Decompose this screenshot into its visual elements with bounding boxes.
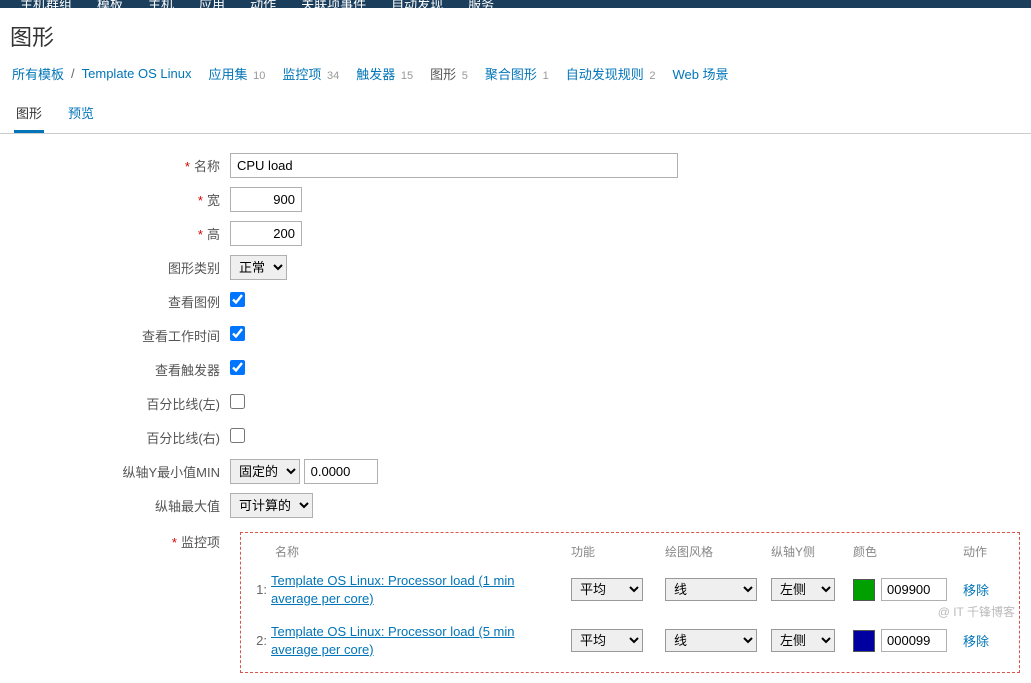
tab-discovery[interactable]: 自动发现规则 2 xyxy=(566,64,656,83)
label-items: *监控项 xyxy=(10,526,230,551)
item-index: 2: xyxy=(249,633,271,648)
label-type: 图形类别 xyxy=(10,258,230,277)
color-input[interactable] xyxy=(881,629,947,652)
tab-items[interactable]: 监控项 34 xyxy=(282,64,339,83)
label-pct-right: 百分比线(右) xyxy=(10,428,230,447)
label-width: *宽 xyxy=(10,190,230,209)
nav-item[interactable]: 关联项事件 xyxy=(301,0,366,2)
col-name: 名称 xyxy=(271,543,571,560)
item-row: 2: Template OS Linux: Processor load (5 … xyxy=(249,619,1011,670)
breadcrumb-root[interactable]: 所有模板 xyxy=(12,64,64,83)
col-draw: 绘图风格 xyxy=(665,543,771,560)
item-name-link[interactable]: Template OS Linux: Processor load (1 min… xyxy=(271,573,515,606)
tab-web[interactable]: Web 场景 xyxy=(672,64,728,83)
col-axis: 纵轴Y侧 xyxy=(771,543,853,560)
item-axis-select[interactable]: 左侧 xyxy=(771,629,835,652)
label-triggers: 查看触发器 xyxy=(10,360,230,379)
width-input[interactable] xyxy=(230,187,302,212)
pct-right-checkbox[interactable] xyxy=(230,428,245,443)
nav-item[interactable]: 服务 xyxy=(468,0,494,2)
item-draw-select[interactable]: 线 xyxy=(665,578,757,601)
item-row: 1: Template OS Linux: Processor load (1 … xyxy=(249,568,1011,619)
nav-item[interactable]: 动作 xyxy=(250,0,276,2)
col-color: 颜色 xyxy=(853,543,963,560)
page-title: 图形 xyxy=(10,20,1021,52)
tab-screens[interactable]: 聚合图形 1 xyxy=(485,64,549,83)
height-input[interactable] xyxy=(230,221,302,246)
label-ymin: 纵轴Y最小值MIN xyxy=(10,462,230,481)
worktime-checkbox[interactable] xyxy=(230,326,245,341)
name-input[interactable] xyxy=(230,153,678,178)
top-nav: 主机群组 模板 主机 应用 动作 关联项事件 自动发现 服务 xyxy=(0,0,1031,8)
color-swatch[interactable] xyxy=(853,630,875,652)
tab-graphs[interactable]: 图形 5 xyxy=(430,64,468,83)
item-draw-select[interactable]: 线 xyxy=(665,629,757,652)
item-func-select[interactable]: 平均 xyxy=(571,629,643,652)
subtab-preview[interactable]: 预览 xyxy=(66,95,96,133)
col-func: 功能 xyxy=(571,543,665,560)
nav-item[interactable]: 主机群组 xyxy=(20,0,72,2)
ymin-type-select[interactable]: 固定的 xyxy=(230,459,300,484)
pct-left-checkbox[interactable] xyxy=(230,394,245,409)
type-select[interactable]: 正常 xyxy=(230,255,287,280)
color-input[interactable] xyxy=(881,578,947,601)
graph-form: *名称 *宽 *高 图形类别 正常 查看图例 查看工作时间 查看触发器 百分比线… xyxy=(0,134,1031,683)
breadcrumb-sep: / xyxy=(71,66,75,81)
remove-link[interactable]: 移除 xyxy=(963,583,989,598)
breadcrumb: 所有模板 / Template OS Linux 应用集 10 监控项 34 触… xyxy=(0,60,1031,91)
subtab-graph[interactable]: 图形 xyxy=(14,95,44,133)
label-name: *名称 xyxy=(10,156,230,175)
label-worktime: 查看工作时间 xyxy=(10,326,230,345)
label-ymax: 纵轴最大值 xyxy=(10,496,230,515)
ymin-value-input[interactable] xyxy=(304,459,378,484)
items-table: 名称 功能 绘图风格 纵轴Y侧 颜色 动作 1: Template OS Lin… xyxy=(240,532,1020,673)
ymax-type-select[interactable]: 可计算的 xyxy=(230,493,313,518)
tab-triggers[interactable]: 触发器 15 xyxy=(356,64,413,83)
item-index: 1: xyxy=(249,582,271,597)
label-pct-left: 百分比线(左) xyxy=(10,394,230,413)
nav-item[interactable]: 应用 xyxy=(199,0,225,2)
tab-applications[interactable]: 应用集 10 xyxy=(208,64,265,83)
label-legend: 查看图例 xyxy=(10,292,230,311)
subtabs: 图形 预览 xyxy=(0,95,1031,134)
items-header: 名称 功能 绘图风格 纵轴Y侧 颜色 动作 xyxy=(249,539,1011,568)
title-bar: 图形 xyxy=(0,8,1031,60)
item-name-link[interactable]: Template OS Linux: Processor load (5 min… xyxy=(271,624,515,657)
color-swatch[interactable] xyxy=(853,579,875,601)
legend-checkbox[interactable] xyxy=(230,292,245,307)
remove-link[interactable]: 移除 xyxy=(963,634,989,649)
nav-item[interactable]: 主机 xyxy=(148,0,174,2)
item-axis-select[interactable]: 左侧 xyxy=(771,578,835,601)
breadcrumb-template[interactable]: Template OS Linux xyxy=(82,66,192,81)
col-action: 动作 xyxy=(963,543,1003,560)
item-func-select[interactable]: 平均 xyxy=(571,578,643,601)
triggers-checkbox[interactable] xyxy=(230,360,245,375)
nav-item[interactable]: 自动发现 xyxy=(391,0,443,2)
nav-item[interactable]: 模板 xyxy=(97,0,123,2)
label-height: *高 xyxy=(10,224,230,243)
